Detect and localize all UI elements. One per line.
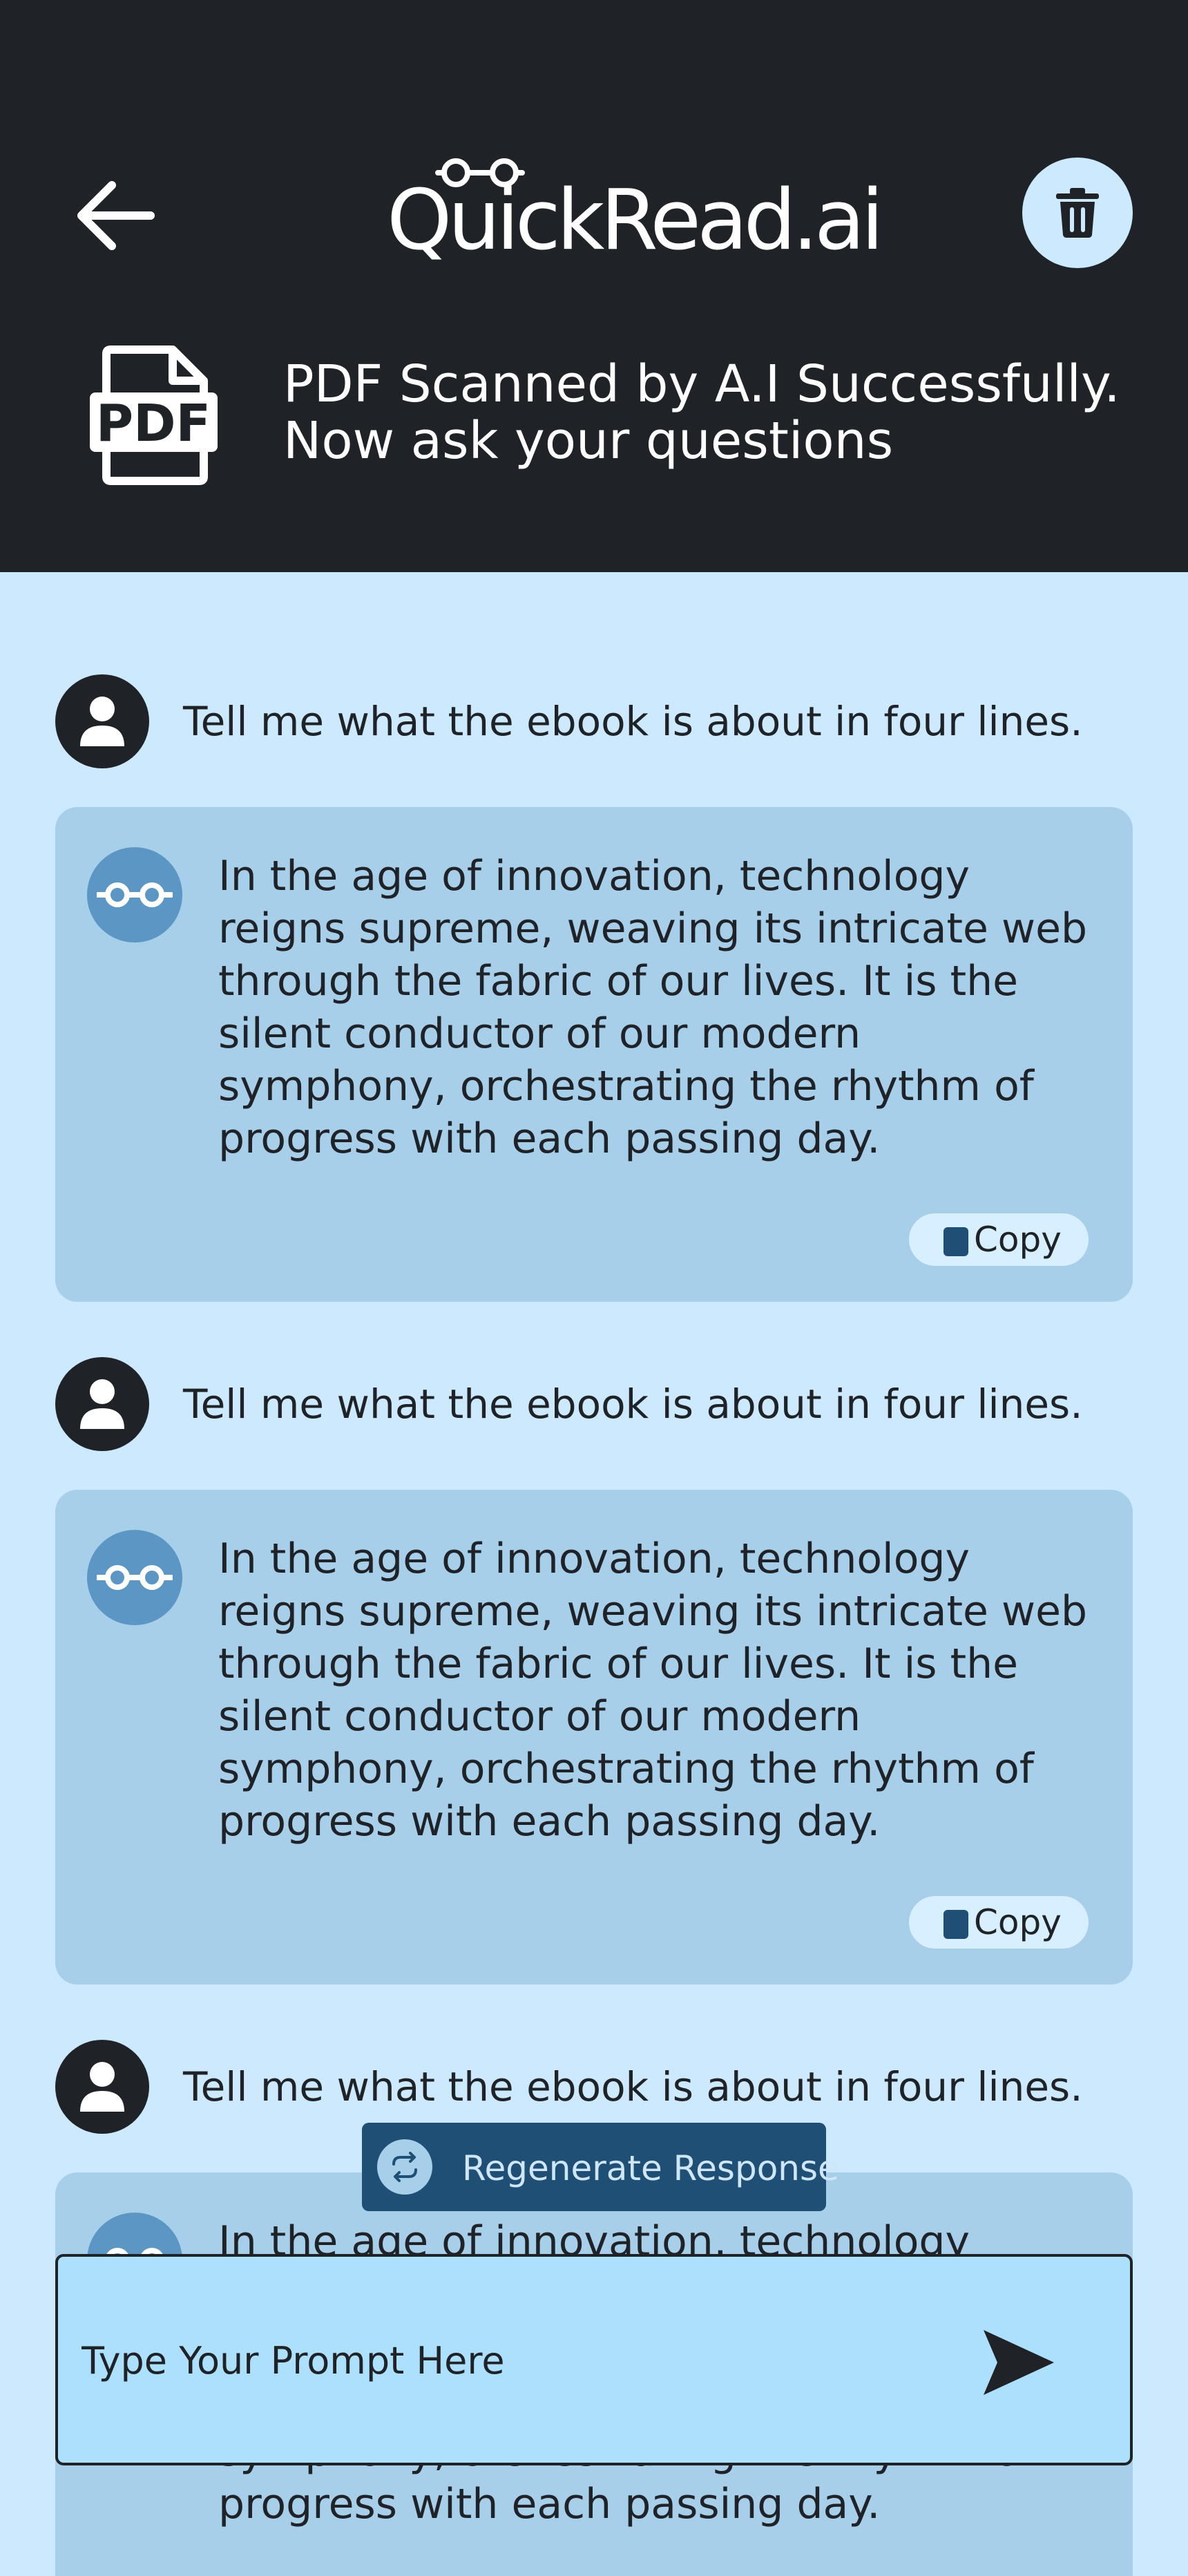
user-message: Tell me what the ebook is about in four … bbox=[55, 1357, 1133, 1451]
scan-status-message: PDF Scanned by A.I Successfully. Now ask… bbox=[283, 356, 1147, 469]
scan-message-line2: Now ask your questions bbox=[283, 411, 894, 471]
user-icon bbox=[80, 697, 124, 746]
user-message-text: Tell me what the ebook is about in four … bbox=[183, 1381, 1083, 1428]
user-avatar bbox=[55, 674, 149, 768]
app-logo: QuickRead.ai bbox=[387, 158, 884, 269]
trash-icon bbox=[1056, 188, 1099, 238]
user-message-text: Tell me what the ebook is about in four … bbox=[183, 698, 1083, 745]
chat-screen: QuickRead.ai PDF PDF Scanned by A.I Succ… bbox=[0, 0, 1188, 2576]
bot-avatar bbox=[87, 847, 182, 943]
regenerate-icon-wrap bbox=[377, 2139, 432, 2195]
copy-button-label: Copy bbox=[974, 1220, 1062, 1260]
user-message: Tell me what the ebook is about in four … bbox=[55, 674, 1133, 768]
regenerate-response-label: Regenerate Response bbox=[462, 2148, 839, 2188]
copy-icon bbox=[939, 1907, 968, 1939]
scan-message-line1: PDF Scanned by A.I Successfully. bbox=[283, 354, 1120, 414]
app-header: QuickRead.ai PDF PDF Scanned by A.I Succ… bbox=[0, 0, 1188, 572]
copy-icon bbox=[939, 1224, 968, 1256]
bot-response-text: In the age of innovation, technology rei… bbox=[218, 852, 1088, 1163]
pdf-icon-label: PDF bbox=[96, 394, 211, 453]
prompt-input[interactable] bbox=[82, 2326, 979, 2395]
bot-response-text: In the age of innovation, technology rei… bbox=[218, 1535, 1088, 1846]
user-icon bbox=[80, 2062, 124, 2112]
glasses-icon bbox=[97, 882, 173, 907]
bot-avatar bbox=[87, 1530, 182, 1625]
send-icon bbox=[984, 2330, 1054, 2395]
copy-button[interactable]: Copy bbox=[909, 1896, 1089, 1949]
bot-response-card: In the age of innovation, technology rei… bbox=[55, 807, 1133, 1302]
user-icon bbox=[80, 1379, 124, 1429]
copy-button[interactable]: Copy bbox=[909, 1213, 1089, 1266]
user-message-text: Tell me what the ebook is about in four … bbox=[183, 2063, 1083, 2110]
send-button[interactable] bbox=[977, 2324, 1060, 2400]
prompt-composer bbox=[55, 2254, 1133, 2465]
copy-button-label: Copy bbox=[974, 1902, 1062, 1942]
user-avatar bbox=[55, 1357, 149, 1451]
logo-text: QuickRead.ai bbox=[387, 173, 884, 269]
delete-button[interactable] bbox=[1022, 158, 1133, 268]
back-button[interactable] bbox=[69, 173, 159, 263]
pdf-file-icon: PDF bbox=[90, 345, 218, 485]
glasses-icon bbox=[97, 1565, 173, 1590]
arrow-left-icon bbox=[77, 181, 155, 250]
refresh-icon bbox=[392, 2152, 417, 2182]
user-avatar bbox=[55, 2040, 149, 2134]
bot-response-card: In the age of innovation, technology rei… bbox=[55, 1490, 1133, 1985]
user-message: Tell me what the ebook is about in four … bbox=[55, 2040, 1133, 2134]
regenerate-response-button[interactable]: Regenerate Response bbox=[362, 2123, 839, 2211]
